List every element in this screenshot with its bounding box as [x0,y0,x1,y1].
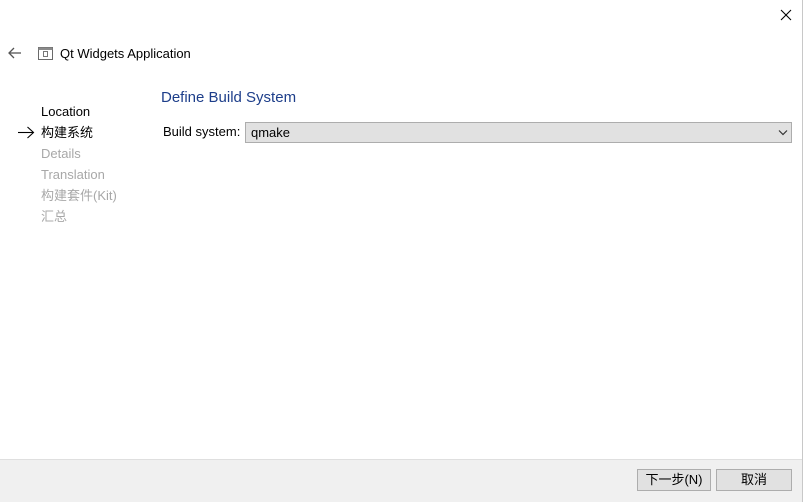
build-system-label: Build system: [163,124,241,139]
current-step-arrow-icon [18,126,35,139]
step-label: Location [41,104,91,119]
step-location: Location [0,101,150,122]
step-kits: 构建套件(Kit) [0,185,150,206]
wizard-window: Qt Widgets Application Location 构建系统 Det… [0,0,803,502]
close-button[interactable] [770,0,802,30]
step-label: Translation [41,167,105,182]
back-button[interactable] [4,43,26,63]
step-label: 构建套件(Kit) [41,188,117,203]
step-details: Details [0,143,150,164]
step-label: 汇总 [41,209,68,224]
application-window-icon [38,47,53,60]
wizard-footer: 下一步(N) 取消 [0,459,802,502]
page-heading: Define Build System [161,89,297,106]
next-button[interactable]: 下一步(N) [637,469,711,491]
step-translation: Translation [0,164,150,185]
chevron-down-icon [778,130,788,136]
step-label: Details [41,146,81,161]
build-system-value: qmake [251,125,291,140]
step-label: 构建系统 [41,125,94,140]
build-system-combobox[interactable]: qmake [245,122,792,143]
cancel-button[interactable]: 取消 [716,469,792,491]
close-icon [780,9,792,21]
step-build-system: 构建系统 [0,122,150,143]
wizard-steps: Location 构建系统 Details Translation 构建套件(K… [0,101,150,227]
back-arrow-icon [8,47,21,59]
window-title: Qt Widgets Application [60,46,191,61]
step-summary: 汇总 [0,206,150,227]
